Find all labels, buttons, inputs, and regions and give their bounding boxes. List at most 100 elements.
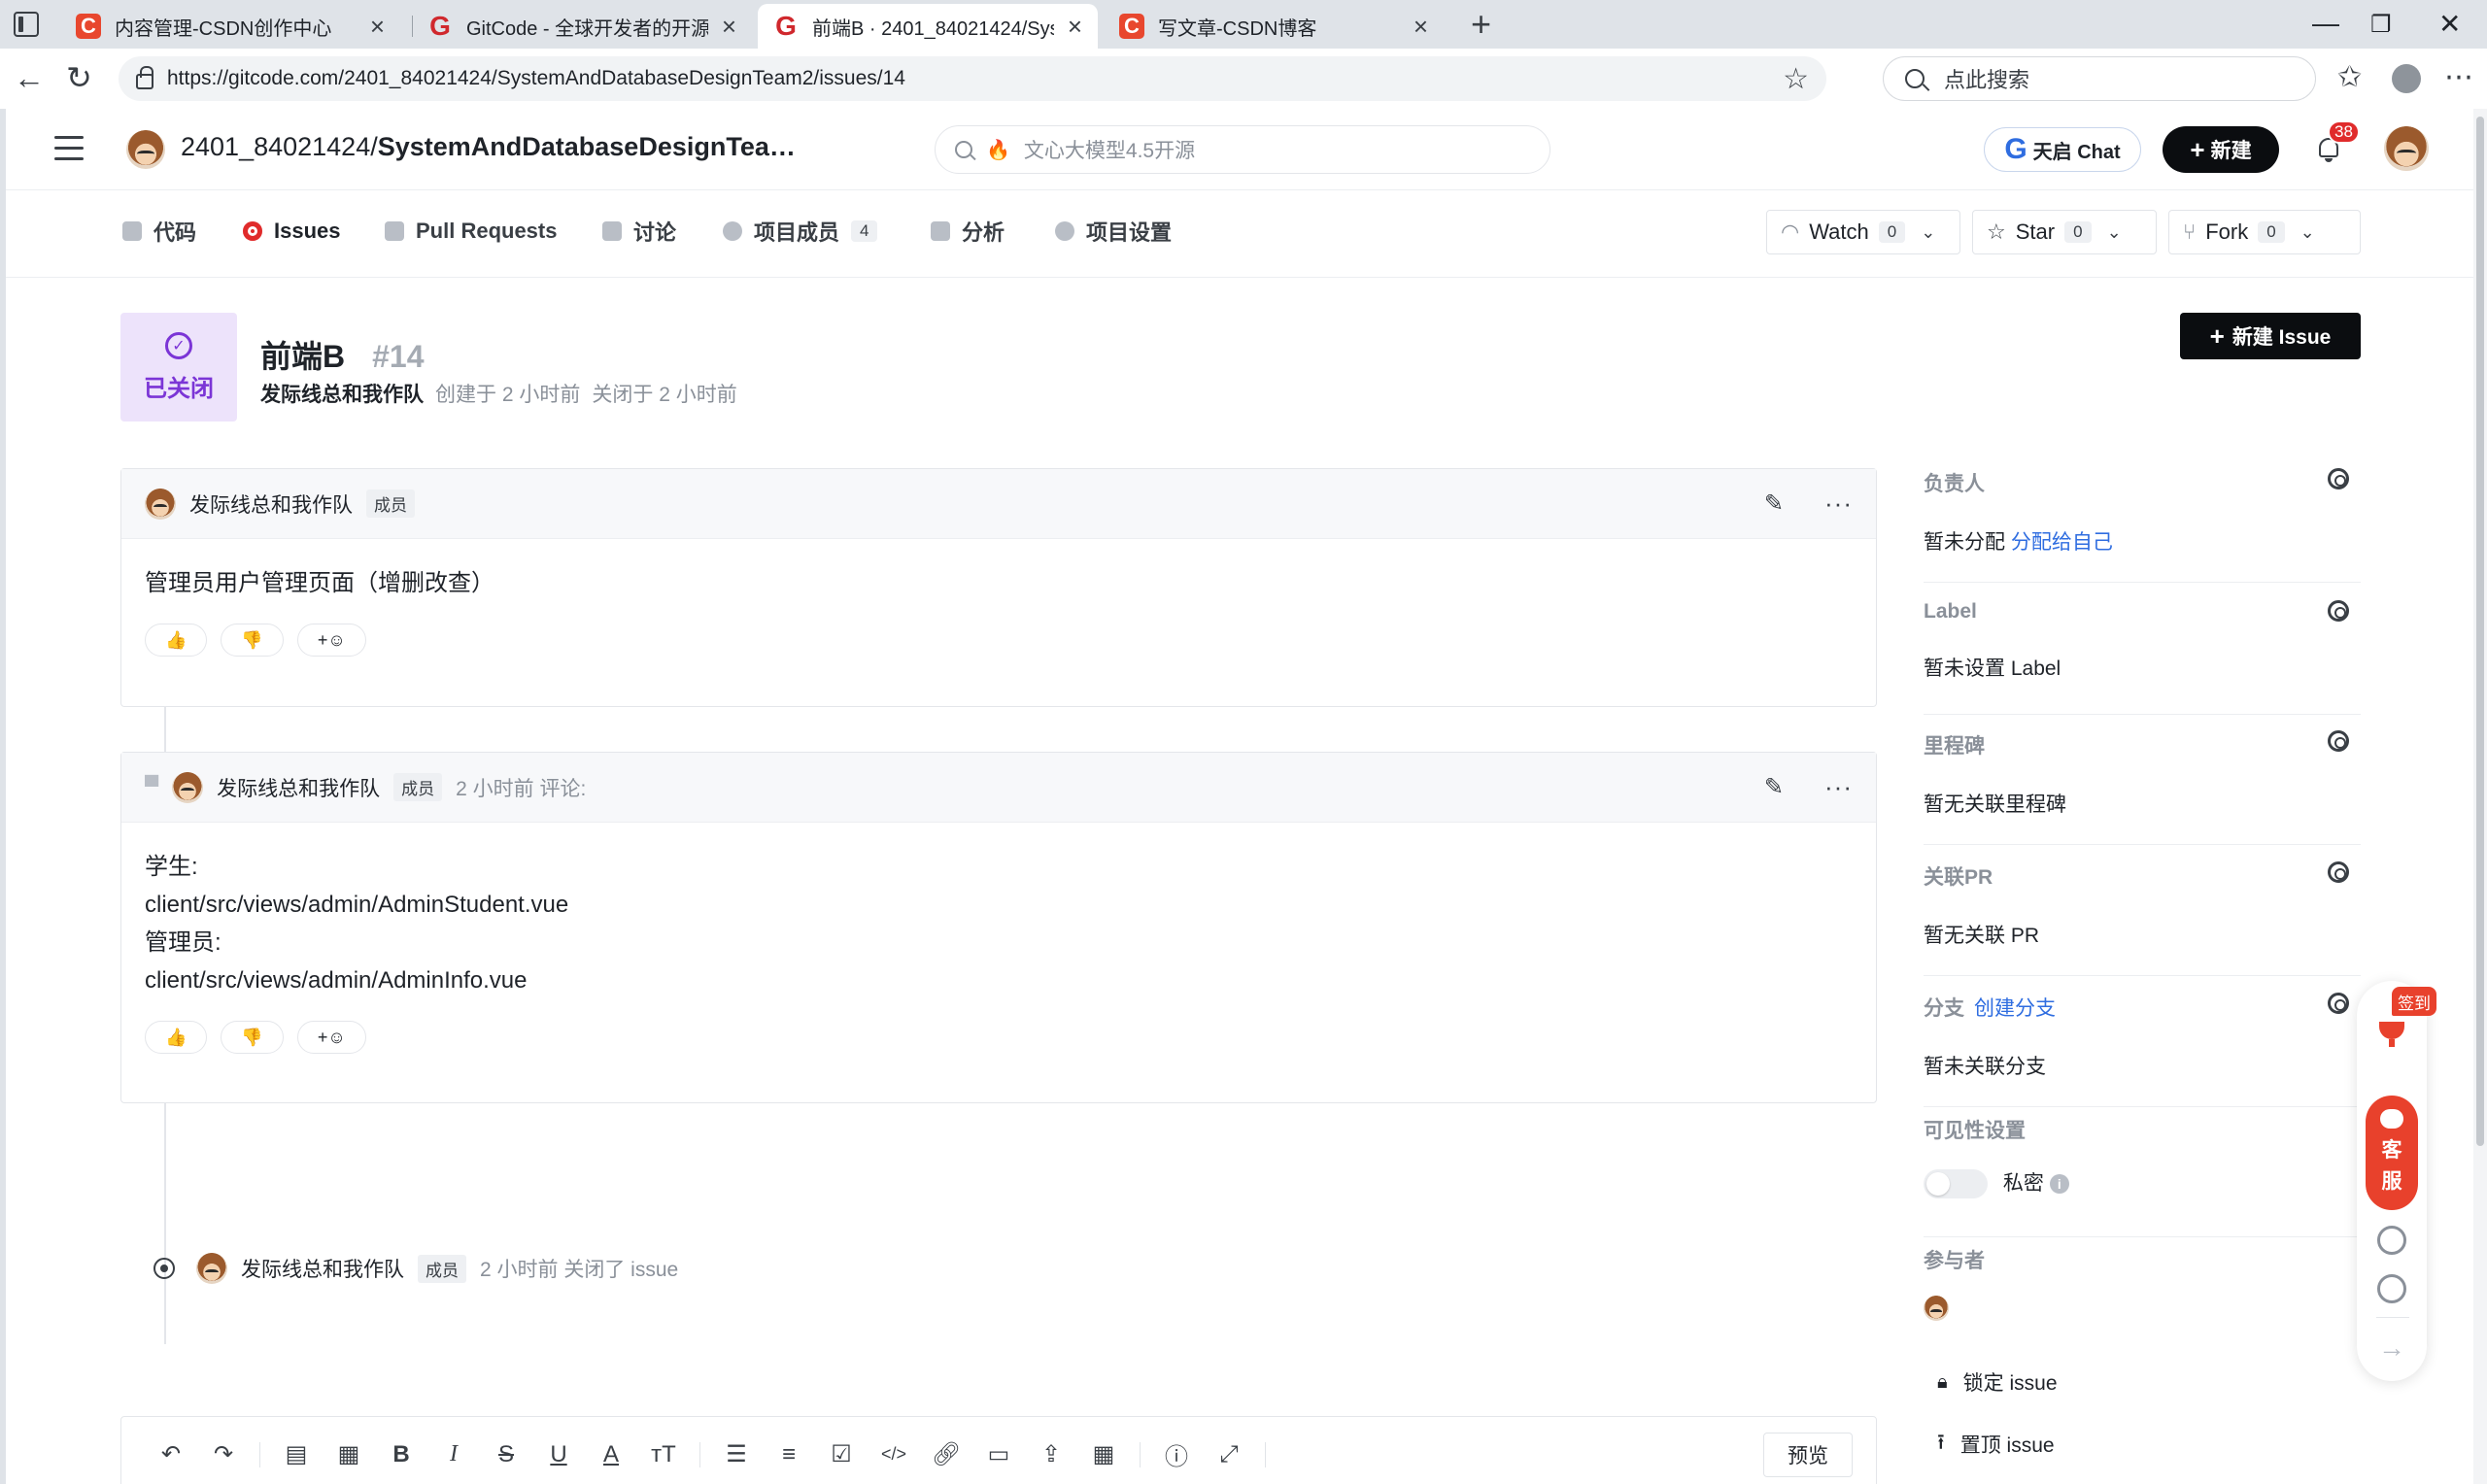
code-icon[interactable]: </> — [868, 1435, 920, 1474]
signin-badge[interactable]: 签到 — [2392, 987, 2436, 1016]
comment-author[interactable]: 发际线总和我作队 — [217, 773, 380, 802]
close-icon[interactable]: × — [1414, 12, 1428, 42]
repo-title[interactable]: 2401_84021424/SystemAndDatabaseDesignTea… — [181, 132, 796, 162]
close-icon[interactable]: × — [1068, 12, 1082, 42]
ai-assistant-icon[interactable] — [2377, 1226, 2406, 1255]
browser-search-box[interactable]: 点此搜索 — [1883, 56, 2316, 101]
avatar[interactable] — [172, 771, 204, 803]
back-icon[interactable]: ← — [14, 60, 45, 95]
gear-icon[interactable] — [2328, 993, 2349, 1014]
fullscreen-icon[interactable]: ⤢ — [1203, 1435, 1255, 1474]
browser-tab[interactable]: C 内容管理-CSDN创作中心 × — [60, 4, 400, 49]
page-scrollbar[interactable] — [2473, 109, 2487, 1484]
reload-icon[interactable]: ↻ — [66, 60, 92, 95]
thumbs-up-button[interactable]: 👍 — [145, 1021, 208, 1054]
table-icon[interactable]: ▦ — [1077, 1435, 1130, 1474]
gear-icon[interactable] — [2328, 730, 2349, 752]
gear-icon[interactable] — [2328, 468, 2349, 489]
avatar[interactable] — [196, 1253, 227, 1284]
tab-members[interactable]: 项目成员 4 — [723, 212, 878, 251]
thumbs-down-button[interactable]: 👎 — [221, 1021, 284, 1054]
comment-author[interactable]: 发际线总和我作队 — [189, 489, 353, 519]
address-bar[interactable]: https://gitcode.com/2401_84021424/System… — [119, 56, 1826, 101]
heading-icon[interactable]: ▤ — [270, 1435, 323, 1474]
font-size-icon[interactable]: ᴛT — [637, 1435, 690, 1474]
more-icon[interactable]: ··· — [1824, 489, 1853, 519]
pin-issue-button[interactable]: ⭱ 置顶 issue — [1937, 1426, 2055, 1463]
numbered-list-icon[interactable]: ≡ — [763, 1435, 815, 1474]
more-icon[interactable]: ··· — [1824, 772, 1853, 802]
comment-editor[interactable]: ↶ ↷ ▤ ▦ B I S U A ᴛT ☰ ≡ ☑ </> 🔗︎ ▭ ⇪ ▦ … — [120, 1416, 1877, 1484]
event-author[interactable]: 发际线总和我作队 — [241, 1254, 404, 1283]
watch-button[interactable]: ◠ Watch 0 ⌄ — [1766, 210, 1960, 254]
new-tab-icon[interactable]: + — [1471, 4, 1491, 45]
customer-service-button[interactable]: 客 服 — [2366, 1096, 2418, 1210]
browser-tab[interactable]: G GitCode - 全球开发者的开源社区, × — [412, 4, 752, 49]
tab-analytics[interactable]: 分析 — [931, 212, 1005, 251]
add-reaction-button[interactable]: +☺ — [296, 624, 366, 657]
task-list-icon[interactable]: ☑ — [815, 1435, 868, 1474]
close-icon[interactable]: × — [370, 12, 385, 42]
lock-issue-button[interactable]: 🔒︎ 锁定 issue — [1937, 1367, 2058, 1397]
tab-settings[interactable]: 项目设置 — [1055, 212, 1172, 251]
smile-feedback-icon[interactable] — [2377, 1274, 2406, 1303]
issue-author[interactable]: 发际线总和我作队 — [260, 379, 424, 408]
edit-icon[interactable]: ✎ — [1764, 489, 1784, 518]
upload-icon[interactable]: ⇪ — [1025, 1435, 1077, 1474]
comment-card: ▀ 发际线总和我作队 成员 2 小时前 评论: ✎ ··· 学生: client… — [120, 752, 1877, 1103]
link-icon[interactable]: 🔗︎ — [920, 1435, 972, 1474]
profile-avatar[interactable] — [2392, 64, 2421, 93]
minimize-icon[interactable]: — — [2312, 8, 2339, 39]
redo-icon[interactable]: ↷ — [197, 1435, 250, 1474]
tab-code[interactable]: 代码 — [122, 212, 196, 251]
restore-icon[interactable]: ❐ — [2370, 11, 2392, 39]
settings-more-icon[interactable]: ⋯ — [2444, 60, 2473, 94]
tab-pull-requests[interactable]: Pull Requests — [385, 212, 557, 251]
user-avatar[interactable] — [2384, 126, 2429, 171]
bullet-list-icon[interactable]: ☰ — [710, 1435, 763, 1474]
repo-owner-avatar[interactable] — [126, 130, 165, 169]
subheading-icon[interactable]: ▦ — [323, 1435, 375, 1474]
text-color-icon[interactable]: A — [585, 1435, 637, 1474]
star-button[interactable]: ☆ Star 0 ⌄ — [1972, 210, 2157, 254]
browser-tab-active[interactable]: G 前端B · 2401_84021424/SystemA × — [758, 4, 1098, 49]
new-issue-button[interactable]: + 新建 Issue — [2180, 313, 2361, 359]
create-branch-link[interactable]: 创建分支 — [1974, 993, 2056, 1022]
thumbs-down-button[interactable]: 👎 — [221, 624, 284, 657]
tianqi-chat-button[interactable]: G 天启 Chat — [1984, 127, 2141, 172]
menu-icon[interactable] — [54, 136, 84, 161]
arrow-right-icon[interactable]: → — [2378, 1332, 2405, 1364]
tab-actions-icon[interactable] — [14, 12, 39, 37]
close-window-icon[interactable]: ✕ — [2438, 8, 2461, 40]
undo-icon[interactable]: ↶ — [145, 1435, 197, 1474]
tab-issues[interactable]: Issues — [243, 212, 341, 251]
browser-tab[interactable]: C 写文章-CSDN博客 × — [1104, 4, 1444, 49]
edit-icon[interactable]: ✎ — [1764, 773, 1784, 801]
gear-icon[interactable] — [2328, 861, 2349, 883]
eye-icon: ◠ — [1781, 219, 1800, 244]
image-icon[interactable]: ▭ — [972, 1435, 1025, 1474]
info-icon[interactable]: i — [2049, 1174, 2069, 1195]
new-button[interactable]: + 新建 — [2163, 126, 2279, 173]
preview-button[interactable]: 预览 — [1763, 1432, 1853, 1477]
trophy-icon[interactable] — [2379, 1022, 2404, 1047]
bold-icon[interactable]: B — [375, 1435, 427, 1474]
fork-button[interactable]: ⑂ Fork 0 ⌄ — [2168, 210, 2361, 254]
site-search-input[interactable]: 🔥 文心大模型4.5开源 — [935, 125, 1550, 174]
underline-icon[interactable]: U — [532, 1435, 585, 1474]
private-toggle[interactable] — [1924, 1169, 1988, 1199]
bookmark-star-icon[interactable]: ☆ — [1783, 62, 1809, 96]
italic-icon[interactable]: I — [427, 1435, 480, 1474]
gear-icon[interactable] — [2328, 600, 2349, 622]
tab-discussions[interactable]: 讨论 — [602, 212, 676, 251]
thumbs-up-button[interactable]: 👍 — [145, 624, 208, 657]
assign-self-link[interactable]: 分配给自己 — [2011, 531, 2113, 554]
favorites-icon[interactable]: ✩ — [2337, 60, 2362, 94]
avatar[interactable] — [145, 488, 176, 520]
strikethrough-icon[interactable]: S — [480, 1435, 532, 1474]
participant-avatar[interactable] — [1924, 1296, 1949, 1321]
help-icon[interactable]: ⓘ — [1150, 1435, 1203, 1474]
close-icon[interactable]: × — [722, 12, 736, 42]
issue-number: #14 — [372, 339, 425, 374]
add-reaction-button[interactable]: +☺ — [296, 1021, 366, 1054]
